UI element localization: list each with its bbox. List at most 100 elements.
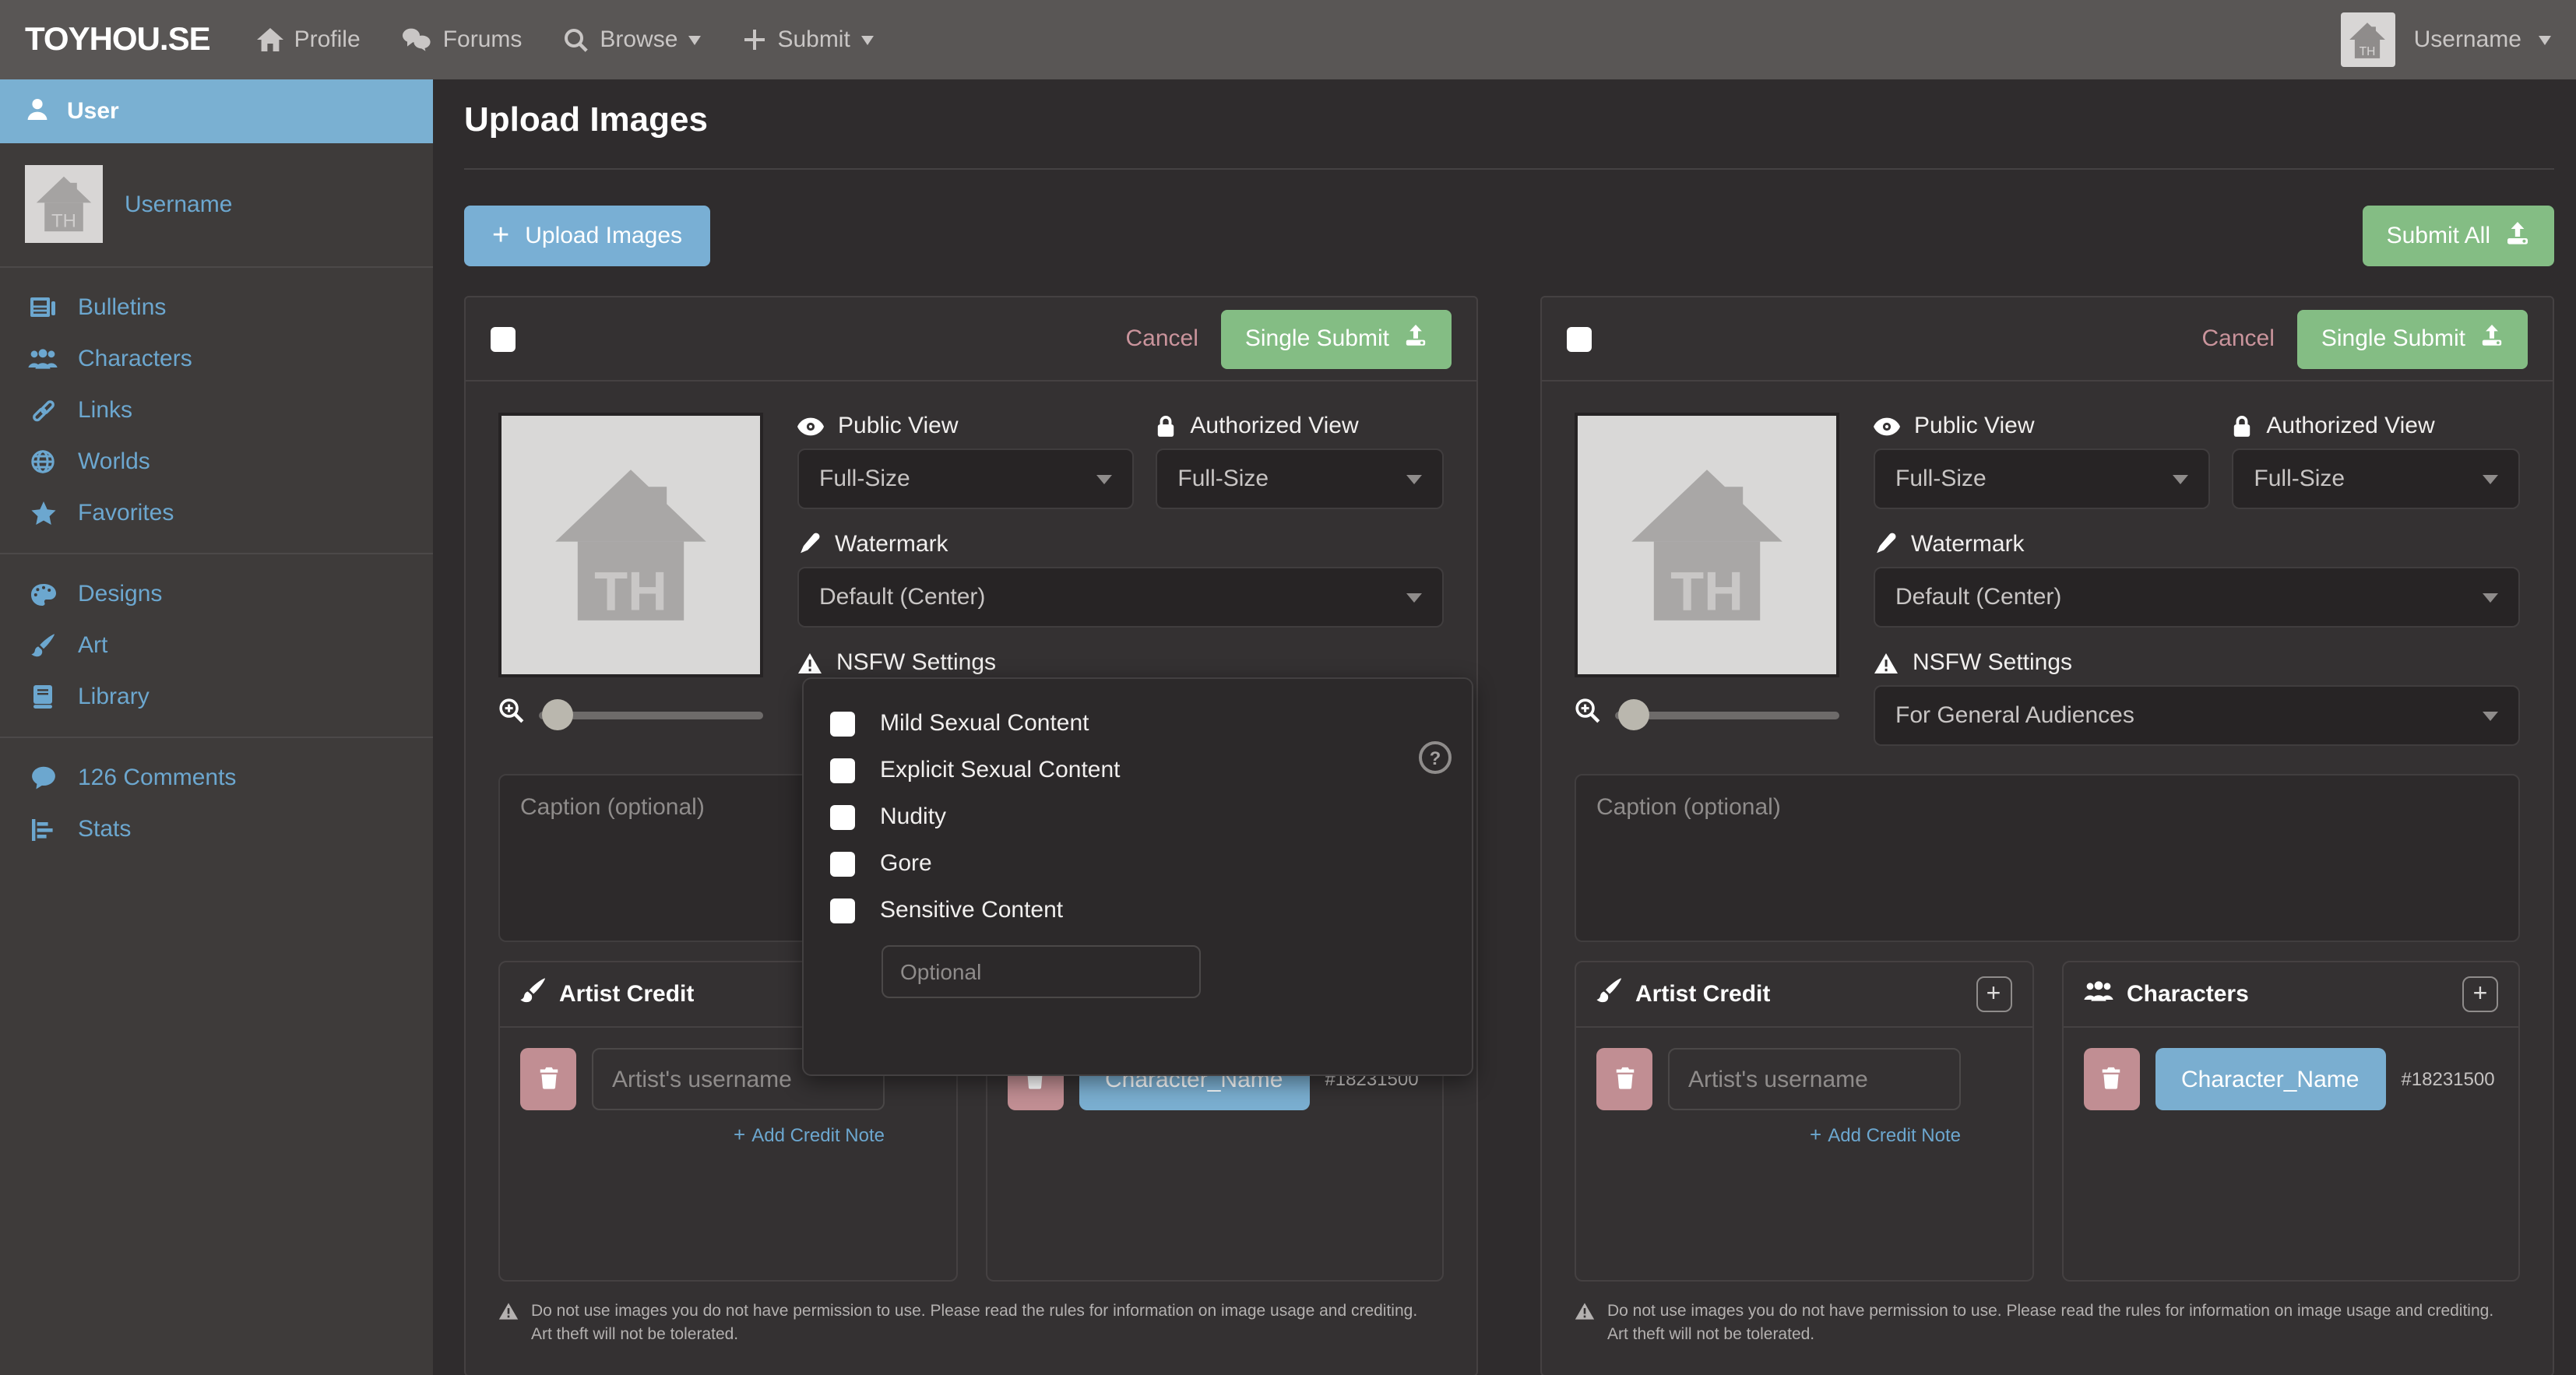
sidebar-username-link[interactable]: Username: [125, 191, 232, 217]
upload-icon: [2504, 220, 2531, 251]
caption-input[interactable]: [1575, 774, 2520, 942]
sidebar-item-art[interactable]: Art: [0, 620, 433, 671]
main-nav: Profile Forums Browse Submit: [257, 26, 874, 53]
watermark-select[interactable]: Default (Center): [1874, 567, 2520, 628]
plus-icon: [743, 28, 766, 51]
svg-text:TH: TH: [2360, 44, 2376, 58]
cancel-button[interactable]: Cancel: [1125, 325, 1198, 352]
plus-icon: +: [492, 221, 509, 251]
sidebar-item-links[interactable]: Links: [0, 385, 433, 436]
eye-icon: [1874, 417, 1900, 435]
nsfw-select[interactable]: For General Audiences: [1874, 685, 2520, 746]
select-image-checkbox[interactable]: [491, 326, 516, 351]
site-logo[interactable]: TOYHOU.SE: [25, 21, 210, 58]
card-header: Cancel Single Submit: [1542, 297, 2553, 382]
user-menu[interactable]: TH Username: [2341, 12, 2551, 67]
sidebar-item-worlds[interactable]: Worlds: [0, 436, 433, 487]
avatar[interactable]: TH: [25, 165, 103, 243]
nav-forums[interactable]: Forums: [403, 26, 523, 53]
add-character-button[interactable]: +: [2462, 976, 2498, 1012]
upload-icon: [2479, 324, 2504, 353]
page-title: Upload Images: [464, 100, 2554, 140]
sidebar-item-designs[interactable]: Designs: [0, 568, 433, 620]
home-icon: [257, 28, 283, 51]
authorized-view-select[interactable]: Full-Size: [1156, 448, 1444, 509]
sidebar-item-stats[interactable]: Stats: [0, 804, 433, 855]
public-view-select[interactable]: Full-Size: [797, 448, 1134, 509]
delete-character-button[interactable]: [2083, 1048, 2139, 1110]
warning-icon: [797, 652, 822, 673]
marker-icon: [797, 533, 821, 556]
chevron-down-icon: [2539, 35, 2551, 44]
nsfw-checkbox-gore[interactable]: [830, 851, 855, 876]
zoom-slider-thumb[interactable]: [541, 699, 572, 730]
public-view-label: Public View: [797, 413, 1134, 439]
nav-profile[interactable]: Profile: [257, 26, 361, 53]
globe-icon: [28, 450, 58, 473]
help-icon[interactable]: ?: [1419, 741, 1452, 774]
nsfw-checkbox-sensitive[interactable]: [830, 898, 855, 923]
nav-submit[interactable]: Submit: [743, 26, 873, 53]
search-icon: [564, 27, 589, 52]
submit-all-button[interactable]: Submit All: [2363, 206, 2554, 266]
cancel-button[interactable]: Cancel: [2201, 325, 2274, 352]
watermark-label: Watermark: [1874, 531, 2520, 557]
link-icon: [28, 398, 58, 423]
upload-icon: [1403, 324, 1428, 353]
add-credit-note-link[interactable]: +Add Credit Note: [520, 1123, 885, 1146]
character-tag[interactable]: Character_Name: [2155, 1048, 2385, 1110]
select-image-checkbox[interactable]: [1567, 326, 1592, 351]
paintbrush-icon: [1596, 978, 1621, 1011]
warning-icon: [1874, 652, 1899, 673]
sidebar-item-favorites[interactable]: Favorites: [0, 487, 433, 539]
authorized-view-label: Authorized View: [2232, 413, 2520, 439]
sidebar-profile: TH Username: [0, 143, 433, 268]
zoom-slider-thumb[interactable]: [1617, 699, 1649, 730]
upload-images-button[interactable]: + Upload Images: [464, 206, 710, 266]
nsfw-checkbox-mild[interactable]: [830, 711, 855, 736]
usage-warning: Do not use images you do not have permis…: [1575, 1300, 2520, 1348]
sidebar-item-library[interactable]: Library: [0, 671, 433, 723]
nsfw-settings-panel: ? Mild Sexual Content Explicit Sexual Co…: [802, 677, 1473, 1076]
watermark-select[interactable]: Default (Center): [797, 567, 1444, 628]
character-id: #18231500: [2401, 1068, 2494, 1090]
chevron-down-icon: [688, 35, 701, 44]
sidebar-group-1: Bulletins Characters Links Worlds Favori…: [0, 268, 433, 554]
chevron-down-icon: [1406, 474, 1422, 484]
authorized-view-select[interactable]: Full-Size: [2232, 448, 2520, 509]
nsfw-option-row: Nudity: [830, 804, 1441, 830]
main-content: Upload Images + Upload Images Submit All…: [433, 79, 2576, 1375]
eye-icon: [797, 417, 824, 435]
zoom-slider[interactable]: [1615, 711, 1839, 719]
chevron-down-icon: [2483, 593, 2498, 602]
plus-icon: +: [734, 1123, 745, 1146]
nsfw-option-row: Explicit Sexual Content: [830, 757, 1441, 783]
nsfw-checkbox-nudity[interactable]: [830, 804, 855, 829]
nsfw-checkbox-explicit[interactable]: [830, 758, 855, 782]
lock-icon: [1156, 414, 1176, 438]
sidebar-item-characters[interactable]: Characters: [0, 333, 433, 385]
toyhouse-app: TOYHOU.SE Profile Forums Browse Submit: [0, 0, 2576, 1375]
single-submit-button[interactable]: Single Submit: [2298, 309, 2528, 368]
zoom-slider[interactable]: [539, 711, 763, 719]
sensitive-optional-input[interactable]: [882, 945, 1201, 998]
add-credit-note-link[interactable]: +Add Credit Note: [1596, 1123, 1961, 1146]
chevron-down-icon: [2483, 474, 2498, 484]
sidebar-group-3: 126 Comments Stats: [0, 738, 433, 869]
public-view-select[interactable]: Full-Size: [1874, 448, 2210, 509]
add-artist-button[interactable]: +: [1976, 976, 2011, 1012]
toolbar: + Upload Images Submit All: [464, 206, 2554, 266]
single-submit-button[interactable]: Single Submit: [1222, 309, 1452, 368]
nav-browse[interactable]: Browse: [564, 26, 701, 53]
svg-text:TH: TH: [1670, 561, 1744, 622]
sidebar-item-comments[interactable]: 126 Comments: [0, 752, 433, 804]
sidebar-item-bulletins[interactable]: Bulletins: [0, 282, 433, 333]
delete-credit-button[interactable]: [1596, 1048, 1652, 1110]
svg-text:TH: TH: [594, 561, 667, 622]
plus-icon: +: [1810, 1123, 1821, 1146]
delete-credit-button[interactable]: [520, 1048, 576, 1110]
public-view-label: Public View: [1874, 413, 2210, 439]
artist-credit-box: Artist Credit +: [1575, 961, 2033, 1282]
artist-username-input[interactable]: [1668, 1048, 1961, 1110]
chevron-down-icon: [1096, 474, 1112, 484]
